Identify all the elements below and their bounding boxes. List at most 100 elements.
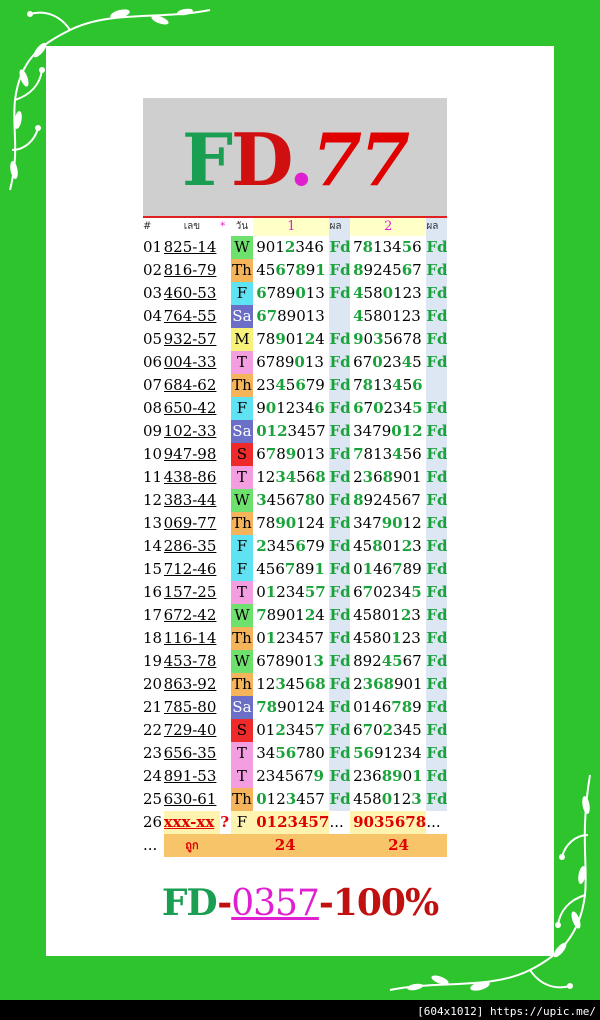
row-set2: 6702345 [353, 399, 423, 417]
row-number: 825-14 [163, 238, 217, 256]
row-res1: Fd [329, 742, 351, 765]
row-set2: 2368901 [353, 468, 422, 486]
row-number: 102-33 [163, 422, 217, 440]
table-row: 09 102-33 Sa 0123457 Fd 3479012 Fd [143, 420, 447, 443]
row-set2: 4580123 [353, 790, 422, 808]
row-set2: 2368901 [353, 675, 423, 693]
row-set1: 7890124 [256, 606, 325, 624]
table-header-row: # เลข * วัน 1 ผล 2 ผล [143, 217, 447, 236]
table-row: 13 069-77 Th 7890124 Fd 3479012 Fd [143, 512, 447, 535]
row-res1: Fd [329, 627, 351, 650]
row-res2: Fd [426, 512, 447, 535]
row-number: 764-55 [163, 307, 217, 325]
next-number: xxx-xx [163, 811, 221, 834]
row-set1: 2345679 [256, 376, 325, 394]
row-day: Th [230, 788, 254, 811]
row-blank [220, 696, 230, 719]
table-row: 22 729-40 S 0123457 Fd 6702345 Fd [143, 719, 447, 742]
row-blank [220, 650, 230, 673]
row-number: 453-78 [163, 652, 217, 670]
row-blank [220, 765, 230, 788]
next-set2: 9035678 [350, 811, 427, 834]
row-set2: 5691234 [353, 744, 422, 762]
row-number: 004-33 [163, 353, 217, 371]
row-no: 06 [143, 353, 163, 371]
row-res2: Fd [426, 581, 447, 604]
table-row: 24 891-53 T 2345679 Fd 2368901 Fd [143, 765, 447, 788]
header-set1: 1 [253, 217, 330, 236]
next-set1: 0123457 [253, 811, 330, 834]
row-set1: 2345679 [256, 537, 325, 555]
row-res1: Fd [329, 788, 351, 811]
row-blank [220, 397, 230, 420]
row-no: 20 [143, 675, 163, 693]
row-set1: 7890124 [256, 698, 325, 716]
row-res2: Fd [426, 489, 447, 512]
table-row: 20 863-92 Th 1234568 Fd 2368901 Fd [143, 673, 447, 696]
row-blank [220, 374, 230, 397]
row-set2: 4580123 [353, 284, 422, 302]
row-set1: 6789013 [256, 284, 325, 302]
footer-dash-1: - [217, 882, 232, 924]
row-set1: 6789013 [256, 353, 324, 371]
row-res1: Fd [329, 512, 351, 535]
row-res1: Fd [329, 466, 351, 489]
row-res1: Fd [329, 259, 351, 282]
next-res2: ... [426, 811, 447, 834]
summary-label: ถูก [163, 834, 221, 857]
results-table: # เลข * วัน 1 ผล 2 ผล 01 825-14 W 9012346 Fd… [143, 216, 447, 857]
row-set1: 4567891 [256, 560, 325, 578]
row-day: Sa [230, 420, 254, 443]
row-blank [220, 604, 230, 627]
row-res1: Fd [329, 650, 351, 673]
row-number: 656-35 [163, 744, 217, 762]
row-res2: Fd [426, 420, 447, 443]
logo-number: 77 [311, 117, 410, 202]
row-set2: 8924567 [353, 261, 422, 279]
row-set2: 7813456 [353, 376, 423, 394]
header-set2: 2 [350, 217, 427, 236]
row-day: Sa [230, 305, 254, 328]
row-number: 650-42 [163, 399, 217, 417]
row-number: 785-80 [163, 698, 217, 716]
table-row: 15 712-46 F 4567891 Fd 0146789 Fd [143, 558, 447, 581]
row-number: 116-14 [163, 629, 217, 647]
row-res2: Fd [426, 673, 447, 696]
row-res1: Fd [329, 558, 351, 581]
row-set1: 0123457 [256, 583, 326, 601]
row-blank [220, 420, 230, 443]
row-set2: 9035678 [353, 330, 422, 348]
row-day: W [230, 489, 254, 512]
next-no: 26 [143, 811, 164, 834]
row-day: T [230, 466, 254, 489]
row-res1 [329, 305, 351, 328]
footer-digits: 0357 [231, 883, 320, 924]
row-number: 460-53 [163, 284, 217, 302]
row-set1: 6789013 [256, 445, 325, 463]
header-star: * [220, 217, 231, 236]
row-res1: Fd [329, 443, 351, 466]
row-no: 21 [143, 698, 163, 716]
row-day: F [230, 558, 254, 581]
row-day: Th [230, 627, 254, 650]
row-day: W [230, 604, 254, 627]
logo-dot: . [288, 117, 314, 202]
row-blank [220, 742, 230, 765]
row-no: 17 [143, 606, 163, 624]
row-res2: Fd [426, 604, 447, 627]
row-set1: 4567891 [256, 261, 326, 279]
row-set1: 7890124 [256, 514, 325, 532]
table-row: 23 656-35 T 3456780 Fd 5691234 Fd [143, 742, 447, 765]
next-day: F [230, 811, 254, 834]
row-day: T [230, 581, 254, 604]
row-number: 816-79 [163, 261, 217, 279]
row-set2: 4580123 [353, 537, 422, 555]
row-res2: Fd [426, 328, 447, 351]
next-res1: ... [329, 811, 351, 834]
row-no: 09 [143, 422, 163, 440]
row-number: 438-86 [163, 468, 217, 486]
row-res1: Fd [329, 673, 351, 696]
row-res1: Fd [329, 535, 351, 558]
row-blank [220, 627, 230, 650]
row-set1: 6789013 [256, 307, 325, 325]
